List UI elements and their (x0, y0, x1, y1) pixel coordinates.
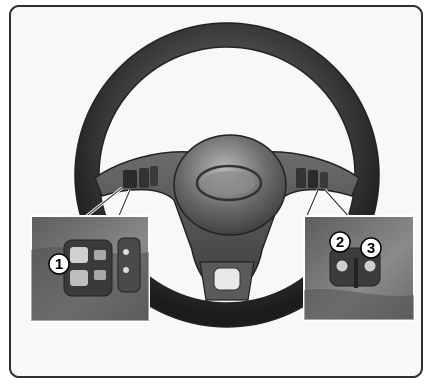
volume-up-button (70, 247, 88, 263)
callout-1: 1 (48, 253, 70, 275)
svg-text:1: 1 (55, 256, 63, 273)
bluetooth-call-button (335, 259, 349, 273)
right-control-inset (303, 215, 415, 321)
left-control-inset (30, 215, 150, 322)
callout-2: 2 (329, 231, 351, 253)
volume-down-button (70, 270, 88, 286)
svg-text:3: 3 (367, 240, 375, 257)
airbag-hub (173, 134, 287, 236)
svg-text:2: 2 (336, 234, 344, 251)
steering-wheel-illustration: 1 2 3 (30, 22, 415, 328)
bluetooth-end-button (363, 259, 377, 273)
callout-3: 3 (360, 237, 382, 259)
